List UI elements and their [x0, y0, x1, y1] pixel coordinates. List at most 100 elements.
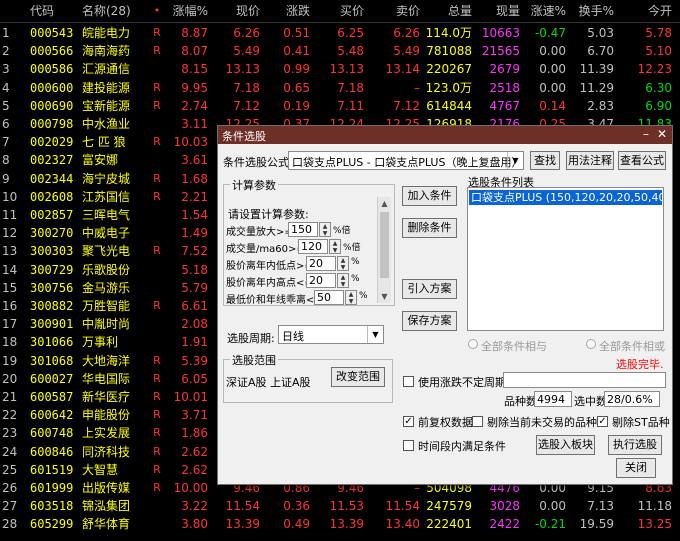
- prior-adjust-label: 前复权数据: [418, 416, 473, 429]
- header-bid[interactable]: 买价: [312, 0, 364, 22]
- remove-st-checkbox[interactable]: ✓: [597, 416, 608, 427]
- params-scrollbar[interactable]: ▲ ▼: [377, 197, 391, 303]
- cell-name: 金马游乐: [82, 280, 131, 295]
- header-pct[interactable]: 涨幅%: [162, 0, 208, 22]
- cell-flag: [152, 279, 162, 297]
- dialog-title: 条件选股: [222, 130, 266, 143]
- find-button[interactable]: 查找: [530, 151, 560, 170]
- list-item[interactable]: 口袋支点PLUS (150,120,20,20,50,40,1: [469, 190, 662, 205]
- cell-flag: R: [153, 80, 161, 94]
- param-spinner[interactable]: ▲ ▼: [329, 239, 341, 254]
- close-icon[interactable]: ✕: [655, 127, 669, 141]
- header-code[interactable]: 代码: [30, 0, 78, 22]
- cell-chg: 0.41: [283, 44, 310, 59]
- table-row[interactable]: 1 000543 皖能电力 R 8.87 6.26 0.51 6.25 6.26 114.0万 10…: [0, 24, 680, 42]
- add-condition-button[interactable]: 加入条件: [402, 186, 457, 206]
- use-period-checkbox[interactable]: [403, 376, 414, 387]
- table-row[interactable]: 2 000566 海南海药 R 8.07 5.49 0.41 5.48 5.49 781088 21…: [0, 42, 680, 60]
- header-turn[interactable]: 换手%: [568, 0, 614, 22]
- param-spinner[interactable]: ▲ ▼: [319, 222, 331, 237]
- prior-adjust-checkbox[interactable]: ✓: [403, 416, 414, 427]
- period-input[interactable]: [503, 372, 666, 388]
- header-open[interactable]: 今开: [620, 0, 672, 22]
- cell-flag: [152, 497, 162, 515]
- save-plan-button[interactable]: 保存方案: [402, 311, 457, 331]
- cell-pct: 3.22: [181, 499, 208, 514]
- cell-pct: 3.61: [181, 153, 208, 168]
- use-period-label: 使用涨跌不定周期: [418, 376, 506, 389]
- range-value: 深证A股 上证A股: [226, 376, 311, 389]
- table-row[interactable]: 5 000690 宝新能源 R 2.74 7.12 0.19 7.11 7.12 614844 47…: [0, 97, 680, 115]
- scroll-down-icon[interactable]: ▼: [378, 290, 391, 303]
- header-idx[interactable]: [2, 0, 28, 22]
- header-vol[interactable]: 总量: [420, 0, 472, 22]
- cell-flag: [152, 206, 162, 224]
- cell-code: 300303: [30, 244, 74, 259]
- cell-idx: 5: [2, 98, 10, 113]
- cell-ask: 6.26: [393, 26, 420, 40]
- dialog-titlebar[interactable]: 条件选股 – ✕: [218, 126, 672, 144]
- add-to-board-button[interactable]: 选股入板块: [536, 435, 595, 455]
- cell-idx: 16: [2, 299, 18, 313]
- header-flag[interactable]: •: [152, 0, 162, 22]
- change-range-button[interactable]: 改变范围: [331, 367, 385, 387]
- cell-idx: 12: [2, 226, 18, 241]
- param-input[interactable]: 20: [306, 256, 336, 271]
- cell-flag: R: [153, 371, 161, 385]
- period-select[interactable]: 日线 ▼: [278, 325, 384, 344]
- cell-pct: 9.95: [181, 80, 208, 95]
- chevron-down-icon[interactable]: ▼: [367, 326, 383, 343]
- table-row[interactable]: 28 605299 舒华体育 3.80 13.39 0.49 13.39 13.40 22240…: [0, 515, 680, 533]
- cell-idx: 11: [2, 208, 18, 222]
- cell-bid: 13.39: [329, 517, 364, 532]
- or-label: 全部条件相或: [599, 340, 665, 353]
- cell-flag: [152, 224, 162, 242]
- load-plan-button[interactable]: 引入方案: [402, 279, 457, 299]
- condition-list[interactable]: 口袋支点PLUS (150,120,20,20,50,40,1: [467, 187, 664, 331]
- header-name[interactable]: 名称(28): [82, 0, 152, 22]
- cell-idx: 2: [2, 44, 10, 59]
- cell-vol: 114.0万: [425, 26, 472, 40]
- table-row[interactable]: 27 603518 锦泓集团 3.22 11.54 0.36 11.53 11.54 24757…: [0, 497, 680, 515]
- selected-count: 28/0.6%: [604, 391, 660, 407]
- cell-name: 上实发展: [82, 426, 131, 441]
- delete-condition-button[interactable]: 删除条件: [402, 218, 457, 238]
- cell-price: 13.39: [225, 517, 260, 532]
- header-ask[interactable]: 卖价: [368, 0, 420, 22]
- cell-pct: 8.15: [181, 62, 208, 77]
- param-spinner[interactable]: ▲ ▼: [337, 273, 349, 288]
- param-input[interactable]: 150: [288, 222, 318, 237]
- cell-bid: 7.11: [337, 98, 364, 113]
- close-button[interactable]: 关闭: [616, 458, 656, 478]
- header-cur[interactable]: 现量: [478, 0, 520, 22]
- cell-flag: R: [153, 299, 161, 312]
- cell-flag: [152, 515, 162, 533]
- remove-untraded-checkbox[interactable]: [472, 416, 483, 427]
- cell-pct: 2.62: [181, 444, 208, 459]
- param-spinner[interactable]: ▲ ▼: [337, 256, 349, 271]
- param-spinner[interactable]: ▲ ▼: [345, 290, 357, 305]
- table-row[interactable]: 3 000586 汇源通信 8.15 13.13 0.99 13.13 13.14 220267…: [0, 60, 680, 78]
- param-input[interactable]: 50: [314, 290, 344, 305]
- formula-select[interactable]: 口袋支点PLUS - 口袋支点PLUS（晚上复盘用） ▼: [288, 151, 524, 170]
- time-condition-checkbox[interactable]: [403, 440, 414, 451]
- cell-cur: 3028: [489, 499, 520, 514]
- param-input[interactable]: 120: [298, 239, 328, 254]
- cell-vol: 222401: [426, 517, 472, 532]
- header-chg[interactable]: 涨跌: [264, 0, 310, 22]
- table-row[interactable]: 4 000600 建投能源 R 9.95 7.18 0.65 7.18 –123.0万 2518 0…: [0, 79, 680, 97]
- view-formula-button[interactable]: 查看公式: [618, 151, 666, 170]
- scroll-up-icon[interactable]: ▲: [378, 197, 391, 210]
- scroll-thumb[interactable]: [380, 212, 389, 278]
- and-radio[interactable]: [468, 339, 478, 349]
- cell-flag: [152, 151, 162, 169]
- cell-idx: 7: [2, 135, 10, 150]
- header-spd[interactable]: 涨速%: [524, 0, 566, 22]
- header-price[interactable]: 现价: [212, 0, 260, 22]
- chevron-down-icon[interactable]: ▼: [507, 152, 523, 169]
- execute-selection-button[interactable]: 执行选股: [608, 435, 662, 455]
- minimize-icon[interactable]: –: [639, 127, 653, 141]
- param-input[interactable]: 20: [306, 273, 336, 288]
- usage-notes-button[interactable]: 用法注释: [566, 151, 614, 170]
- or-radio[interactable]: [586, 339, 596, 349]
